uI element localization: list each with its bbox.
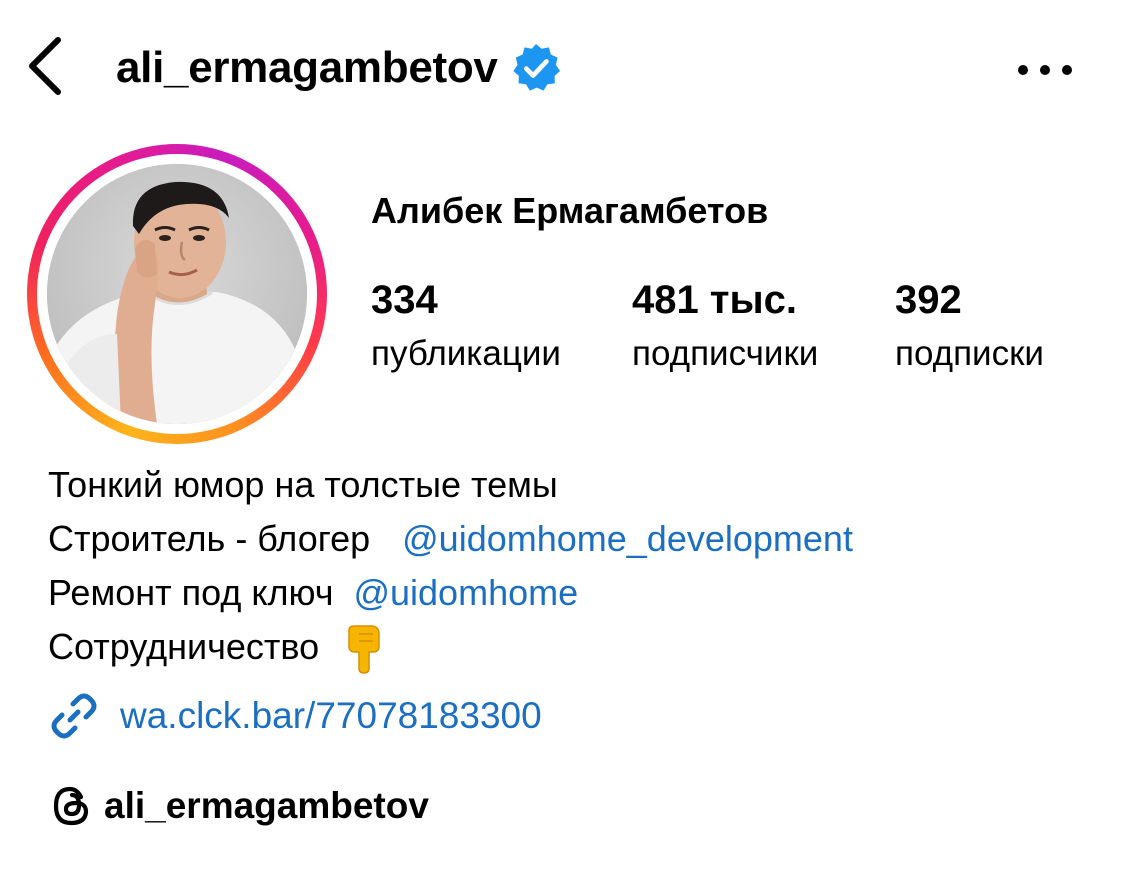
- bio-text: Тонкий юмор на толстые темы: [48, 464, 558, 505]
- verified-badge-icon: [512, 43, 560, 91]
- more-options-button[interactable]: [1010, 50, 1080, 90]
- bio-line: Сотрудничество: [48, 620, 853, 675]
- threads-profile-link[interactable]: ali_ermagambetov: [48, 776, 429, 836]
- bio-line: Строитель - блогер @uidomhome_developmen…: [48, 512, 853, 566]
- bio-text: Строитель - блогер: [48, 518, 371, 559]
- stat-following-label: подписки: [895, 334, 1044, 373]
- profile-bio: Тонкий юмор на толстые темы Строитель - …: [48, 458, 853, 675]
- threads-username: ali_ermagambetov: [104, 785, 429, 826]
- threads-icon: [53, 786, 89, 826]
- profile-header: ali_ermagambetov: [0, 0, 1125, 140]
- link-icon: [51, 693, 97, 739]
- header-username[interactable]: ali_ermagambetov: [116, 38, 562, 98]
- bio-line: Тонкий юмор на толстые темы: [48, 458, 853, 512]
- profile-full-name: Алибек Ермагамбетов: [371, 190, 769, 231]
- external-link-url: wa.clck.bar/77078183300: [120, 695, 542, 736]
- stat-posts-label: публикации: [371, 334, 561, 373]
- avatar-story-ring[interactable]: [27, 144, 327, 444]
- stat-following[interactable]: 392 подписки: [895, 276, 1044, 382]
- avatar-photo: [47, 164, 307, 424]
- bio-mention-link[interactable]: @uidomhome: [353, 572, 578, 613]
- profile-external-link[interactable]: wa.clck.bar/77078183300: [48, 686, 542, 746]
- stat-posts[interactable]: 334 публикации: [371, 276, 561, 382]
- bio-text: Ремонт под ключ: [48, 572, 334, 613]
- bio-mention-link[interactable]: @uidomhome_development: [402, 518, 853, 559]
- chevron-left-icon: [29, 37, 61, 95]
- avatar: [47, 164, 307, 424]
- stat-followers[interactable]: 481 тыс. подписчики: [632, 276, 818, 382]
- stat-posts-count: 334: [371, 278, 438, 322]
- stat-followers-label: подписчики: [632, 334, 819, 373]
- back-button[interactable]: [20, 30, 76, 102]
- more-horizontal-icon: [1018, 65, 1072, 75]
- header-username-text: ali_ermagambetov: [116, 43, 498, 92]
- stat-following-count: 392: [895, 278, 962, 322]
- stat-followers-count: 481 тыс.: [632, 278, 797, 322]
- avatar-ring-gap: [37, 154, 317, 434]
- bio-line: Ремонт под ключ @uidomhome: [48, 566, 853, 620]
- pointing-down-hand-emoji: [348, 625, 380, 675]
- bio-text: Сотрудничество: [48, 626, 320, 667]
